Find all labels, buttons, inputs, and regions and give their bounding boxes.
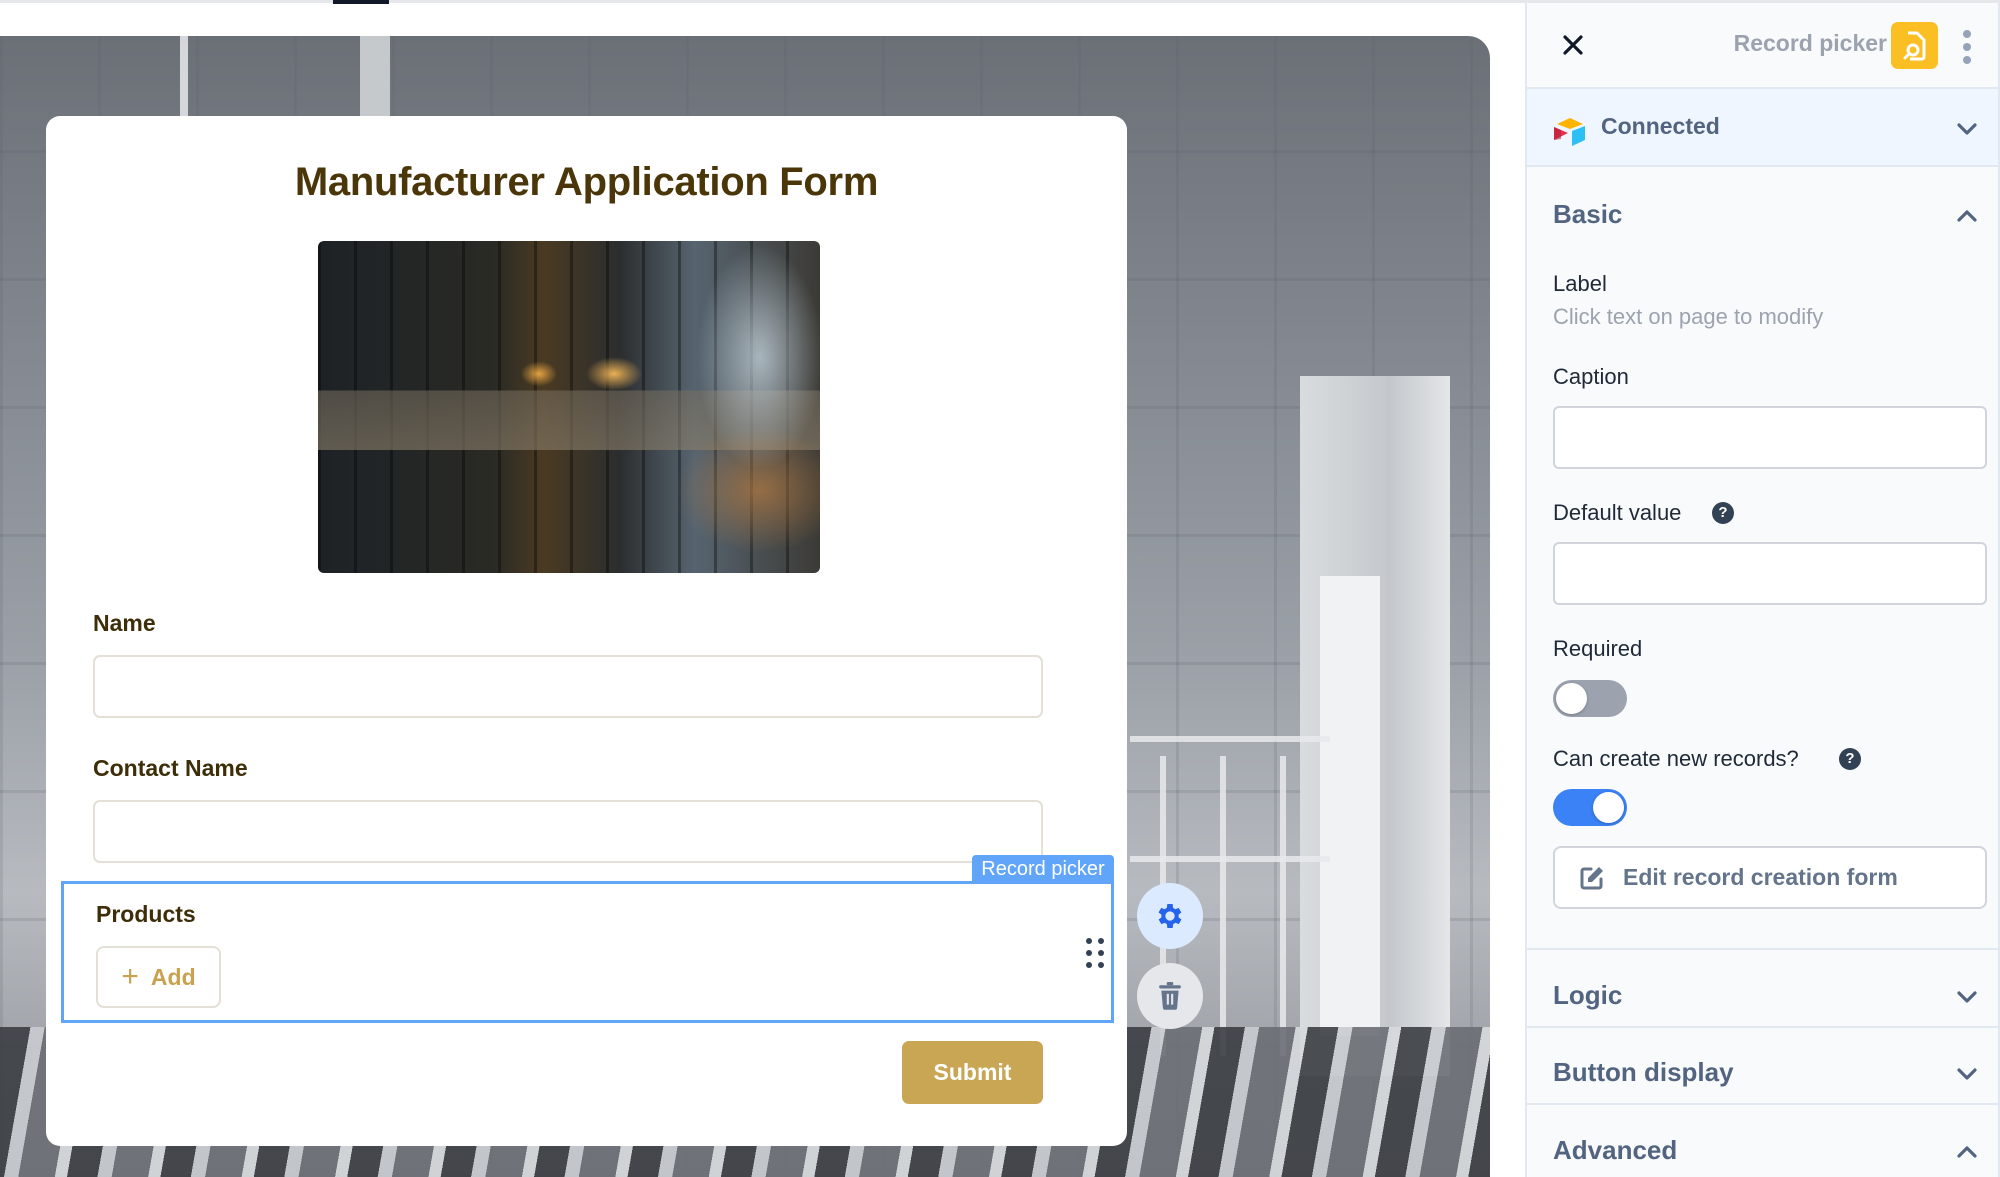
plus-icon: + (121, 960, 139, 993)
default-value-label: Default value (1553, 500, 1682, 525)
edit-icon (1580, 866, 1603, 889)
selection-badge: Record picker (972, 855, 1114, 883)
chevron-down-icon[interactable] (1956, 1067, 1978, 1081)
label-hint: Click text on page to modify (1553, 304, 1824, 329)
required-toggle[interactable] (1553, 680, 1627, 717)
background-rail (1130, 736, 1330, 742)
panel-title: Record picker (1733, 30, 1887, 56)
top-bar (0, 0, 1525, 36)
close-panel-button[interactable] (1557, 29, 1589, 61)
add-label: Add (150, 963, 196, 990)
panel-header: Record picker (1527, 3, 1998, 89)
form-title[interactable]: Manufacturer Application Form (46, 160, 1127, 205)
active-tab-indicator (333, 0, 389, 4)
background-rail (360, 36, 390, 116)
section-divider (1527, 948, 1998, 950)
background-rail (180, 36, 188, 116)
section-divider (1527, 1026, 1998, 1028)
contact-name-label[interactable]: Contact Name (93, 755, 248, 782)
caption-input[interactable] (1553, 406, 1987, 469)
record-picker-type-icon (1891, 22, 1938, 69)
hero-image[interactable] (318, 241, 820, 573)
block-settings-button[interactable] (1137, 883, 1203, 949)
edit-record-creation-form-button[interactable]: Edit record creation form (1553, 846, 1987, 909)
products-label[interactable]: Products (96, 901, 196, 928)
connection-label: Connected (1601, 113, 1720, 139)
gear-icon (1158, 904, 1182, 928)
label-title: Label (1553, 271, 1607, 296)
required-label: Required (1553, 636, 1643, 661)
default-value-input[interactable] (1553, 542, 1987, 605)
edit-form-label: Edit record creation form (1623, 864, 1898, 890)
add-record-button[interactable]: + Add (96, 946, 221, 1008)
airtable-logo-icon (1554, 118, 1585, 146)
section-divider (1527, 1103, 1998, 1105)
name-input[interactable] (93, 655, 1043, 718)
section-logic-title[interactable]: Logic (1553, 980, 1622, 1011)
section-button-display-title[interactable]: Button display (1553, 1057, 1734, 1088)
background-rail (1220, 756, 1226, 1056)
chevron-up-icon[interactable] (1956, 209, 1978, 223)
close-icon (1563, 35, 1583, 55)
chevron-up-icon[interactable] (1956, 1145, 1978, 1159)
record-picker-block[interactable]: Products + Add (61, 881, 1114, 1023)
panel-menu-button[interactable] (1960, 30, 1974, 64)
submit-button[interactable]: Submit (902, 1041, 1043, 1104)
background-rail (1280, 756, 1286, 1056)
help-icon[interactable]: ? (1712, 502, 1734, 524)
block-delete-button[interactable] (1137, 963, 1203, 1029)
chevron-down-icon (1957, 123, 1977, 135)
record-search-icon (1903, 31, 1925, 60)
can-create-toggle[interactable] (1553, 789, 1627, 826)
background-door (1320, 576, 1380, 1036)
drag-handle-icon[interactable] (1086, 938, 1104, 968)
section-advanced-title[interactable]: Advanced (1553, 1135, 1677, 1166)
name-label[interactable]: Name (93, 610, 156, 637)
trash-icon (1159, 982, 1181, 1010)
caption-label: Caption (1553, 364, 1629, 389)
contact-name-input[interactable] (93, 800, 1043, 863)
help-icon[interactable]: ? (1839, 748, 1861, 770)
kebab-icon (1963, 30, 1971, 38)
chevron-down-icon[interactable] (1956, 990, 1978, 1004)
properties-panel: Record picker Connected Basic Label Clic… (1525, 0, 2000, 1177)
can-create-label: Can create new records? (1553, 746, 1799, 771)
connection-row[interactable]: Connected (1527, 89, 1998, 167)
section-basic-title[interactable]: Basic (1553, 199, 1622, 230)
